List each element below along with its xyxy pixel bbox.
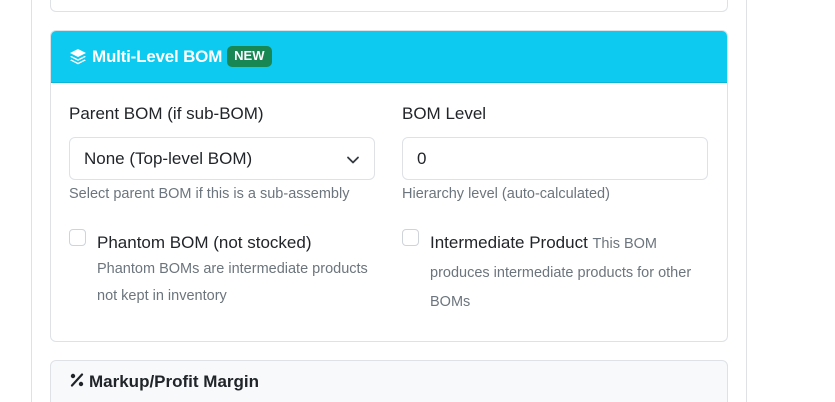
bom-level-group: BOM Level 0 Hierarchy level (auto-calcul… — [402, 104, 708, 202]
bom-level-value: 0 — [417, 148, 427, 168]
intermediate-product-check: Intermediate Product This BOM produces i… — [402, 229, 692, 316]
markup-card-header: Markup/Profit Margin — [51, 361, 727, 402]
multi-level-bom-card: Multi-Level BOM NEW Parent BOM (if sub-B… — [50, 30, 728, 342]
bom-level-input[interactable]: 0 — [402, 137, 708, 180]
parent-bom-select[interactable]: None (Top-level BOM) — [69, 137, 375, 180]
phantom-bom-help: Phantom BOMs are intermediate products n… — [97, 261, 368, 304]
intermediate-product-label-wrap[interactable]: Intermediate Product This BOM produces i… — [430, 229, 692, 316]
chevron-down-icon — [346, 152, 360, 166]
bom-level-help: Hierarchy level (auto-calculated) — [402, 186, 610, 202]
previous-card — [50, 0, 728, 12]
phantom-bom-checkbox[interactable] — [69, 229, 86, 246]
phantom-bom-check: Phantom BOM (not stocked) Phantom BOMs a… — [69, 229, 369, 310]
card-header: Multi-Level BOM NEW — [51, 31, 727, 83]
markup-card-title: Markup/Profit Margin — [89, 372, 260, 391]
intermediate-product-checkbox[interactable] — [402, 229, 419, 246]
parent-bom-selected-value: None (Top-level BOM) — [84, 148, 253, 168]
bom-level-label: BOM Level — [402, 104, 487, 123]
layers-icon — [69, 48, 87, 66]
parent-bom-label: Parent BOM (if sub-BOM) — [69, 104, 264, 123]
percent-icon — [69, 372, 85, 393]
new-badge: NEW — [227, 46, 272, 67]
parent-bom-help: Select parent BOM if this is a sub-assem… — [69, 186, 350, 202]
intermediate-product-label[interactable]: Intermediate Product — [430, 233, 588, 252]
phantom-bom-label[interactable]: Phantom BOM (not stocked) — [97, 229, 369, 256]
card-title: Multi-Level BOM — [92, 46, 223, 66]
parent-bom-group: Parent BOM (if sub-BOM) None (Top-level … — [69, 104, 375, 202]
markup-profit-card: Markup/Profit Margin — [50, 360, 728, 402]
